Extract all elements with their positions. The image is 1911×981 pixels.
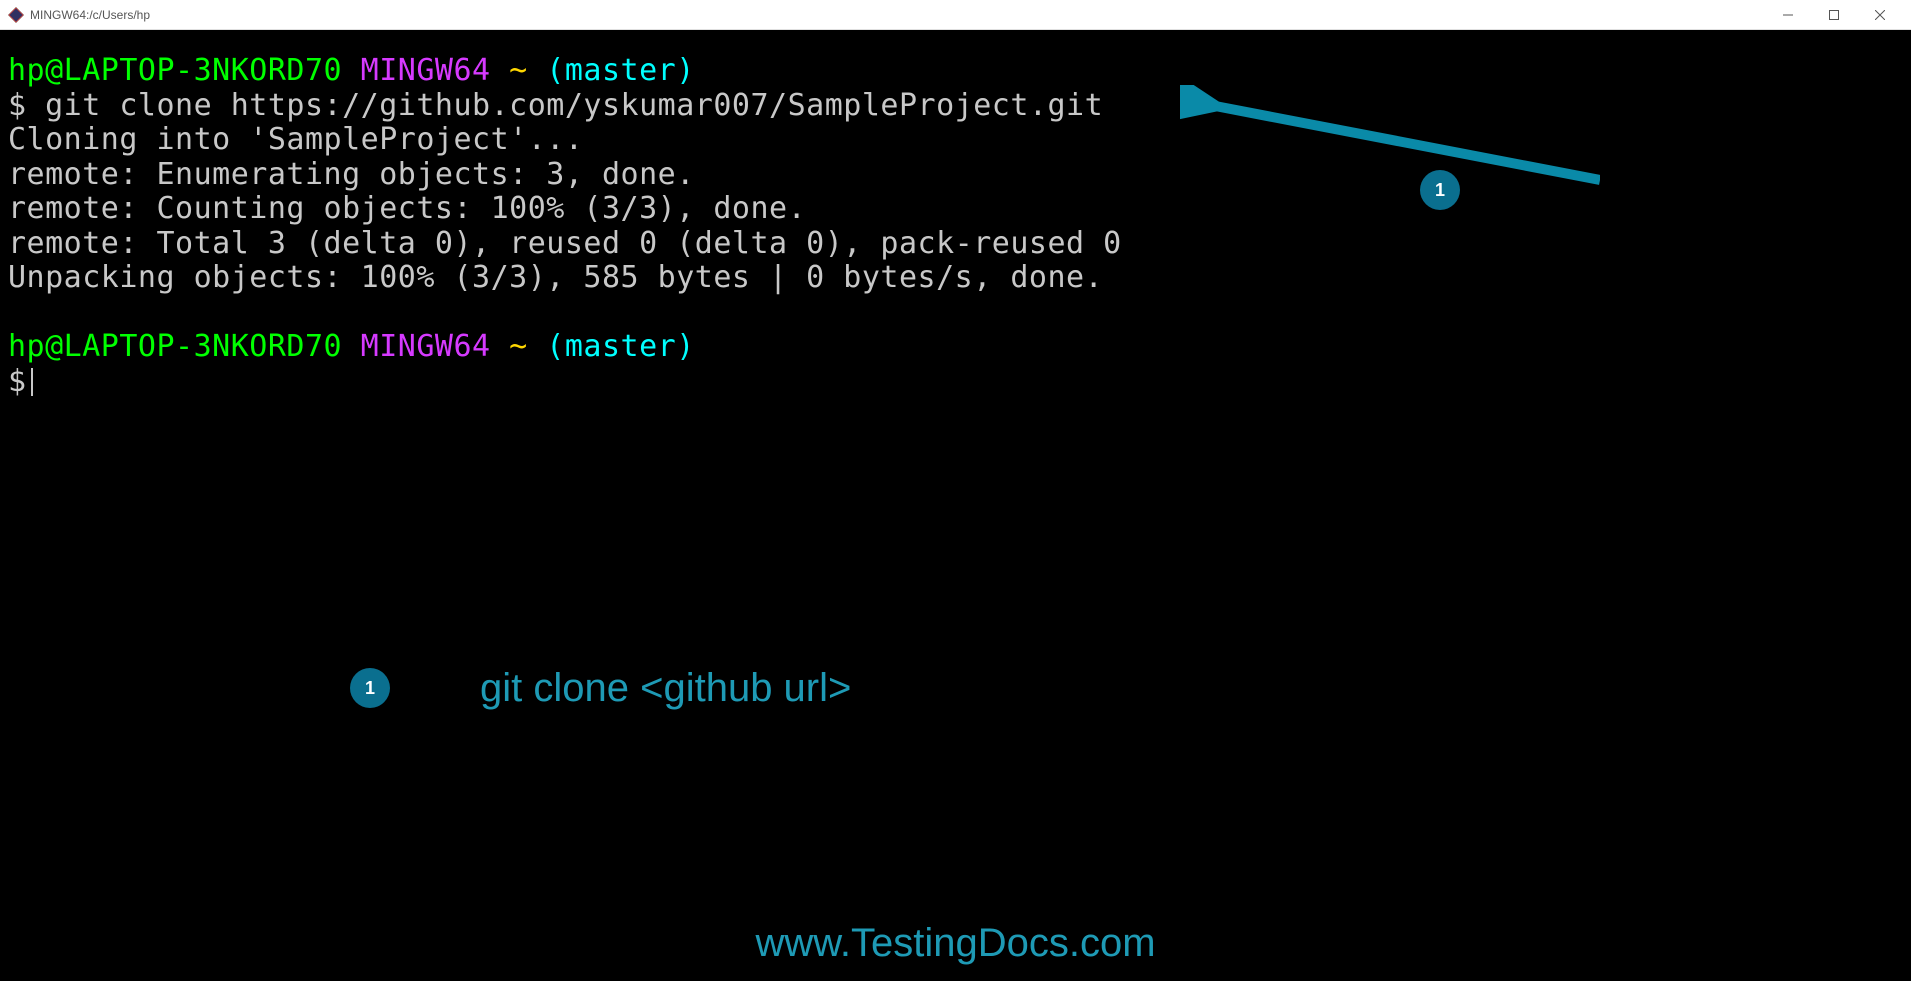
- blank-line: [8, 296, 1903, 331]
- prompt-line: hp@LAPTOP-3NKORD70 MINGW64 ~ (master): [8, 330, 1903, 365]
- dollar-prompt: $: [8, 364, 27, 399]
- mingw-label: MINGW64: [361, 329, 491, 364]
- branch-label: (master): [546, 329, 695, 364]
- annotation-arrow-icon: [1180, 85, 1600, 214]
- app-window: MINGW64:/c/Users/hp hp@LAPTOP-3NKORD70 M…: [0, 0, 1911, 981]
- close-button[interactable]: [1857, 0, 1903, 30]
- prompt-line: hp@LAPTOP-3NKORD70 MINGW64 ~ (master): [8, 54, 1903, 89]
- command-line: $: [8, 365, 1903, 400]
- maximize-button[interactable]: [1811, 0, 1857, 30]
- cwd-path: ~: [509, 329, 528, 364]
- output-line: Unpacking objects: 100% (3/3), 585 bytes…: [8, 261, 1903, 296]
- git-clone-command: git clone https://github.com/yskumar007/…: [45, 88, 1103, 123]
- output-line: remote: Counting objects: 100% (3/3), do…: [8, 192, 1903, 227]
- annotation-badge: 1: [350, 668, 390, 708]
- command-line: $ git clone https://github.com/yskumar00…: [8, 89, 1903, 124]
- output-line: remote: Total 3 (delta 0), reused 0 (del…: [8, 227, 1903, 262]
- mingw-label: MINGW64: [361, 53, 491, 88]
- user-host: hp@LAPTOP-3NKORD70: [8, 329, 342, 364]
- user-host: hp@LAPTOP-3NKORD70: [8, 53, 342, 88]
- dollar-prompt: $: [8, 88, 45, 123]
- window-controls: [1765, 0, 1903, 30]
- output-line: Cloning into 'SampleProject'...: [8, 123, 1903, 158]
- git-bash-icon: [8, 7, 24, 23]
- cwd-path: ~: [509, 53, 528, 88]
- minimize-button[interactable]: [1765, 0, 1811, 30]
- branch-label: (master): [546, 53, 695, 88]
- output-line: remote: Enumerating objects: 3, done.: [8, 158, 1903, 193]
- terminal-area[interactable]: hp@LAPTOP-3NKORD70 MINGW64 ~ (master) $ …: [0, 30, 1911, 981]
- annotation-badge: 1: [1420, 170, 1460, 210]
- legend-text: git clone <github url>: [480, 665, 851, 711]
- annotation-legend: 1 git clone <github url>: [350, 665, 851, 711]
- window-title: MINGW64:/c/Users/hp: [30, 8, 150, 22]
- titlebar: MINGW64:/c/Users/hp: [0, 0, 1911, 30]
- footer-url: www.TestingDocs.com: [755, 920, 1155, 966]
- cursor: [31, 368, 33, 396]
